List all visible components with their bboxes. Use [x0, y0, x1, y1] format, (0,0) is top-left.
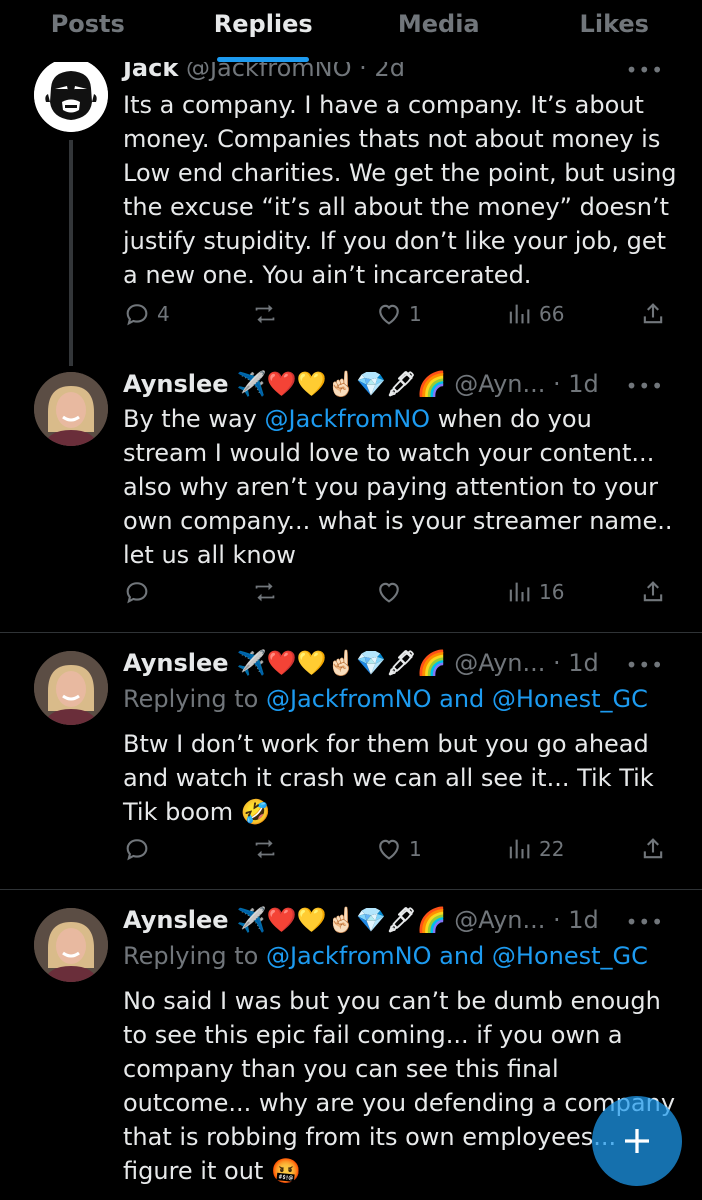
tweet-actions: 4 1 66	[123, 300, 673, 340]
share-icon	[643, 581, 663, 602]
user-handle[interactable]: @Ayn...	[454, 649, 545, 677]
gorilla-logo-icon	[34, 58, 108, 132]
views-count: 66	[539, 302, 565, 326]
plus-icon	[625, 1129, 649, 1153]
profile-photo-icon	[34, 908, 108, 982]
reply-icon	[126, 304, 148, 326]
tweet-text: Btw I don’t work for them but you go ahe…	[123, 730, 654, 826]
tab-replies-label: Replies	[213, 10, 313, 38]
heart-icon	[379, 839, 399, 860]
views-count: 16	[539, 580, 565, 604]
like-count: 1	[409, 302, 422, 326]
views-count: 22	[539, 837, 565, 861]
profile-tabs: Posts Replies Media Likes	[0, 0, 702, 62]
more-icon[interactable]: •••	[626, 910, 664, 934]
tweet-text: By the way @JackfromNO when do you strea…	[123, 402, 683, 572]
display-name[interactable]: Aynslee ✈️❤️💛☝🏻💎🖋🌈	[123, 906, 447, 934]
avatar-jack[interactable]	[34, 58, 108, 132]
views-button[interactable]: 16	[505, 578, 564, 606]
tab-replies[interactable]: Replies	[176, 0, 352, 62]
reply-count: 4	[157, 302, 170, 326]
share-button[interactable]	[639, 835, 673, 863]
repost-button[interactable]	[251, 835, 285, 863]
display-name[interactable]: Aynslee ✈️❤️💛☝🏻💎🖋🌈	[123, 649, 447, 677]
tweet-time[interactable]: · 1d	[553, 370, 599, 398]
user-handle[interactable]: @Ayn...	[454, 906, 545, 934]
tweet-actions: 16	[123, 578, 673, 618]
tab-likes[interactable]: Likes	[527, 0, 702, 62]
replying-to: Replying to @JackfromNO and @Honest_GC	[123, 942, 648, 970]
views-icon	[509, 582, 530, 602]
profile-photo-icon	[34, 372, 108, 446]
tab-media[interactable]: Media	[351, 0, 527, 62]
replying-to-mentions[interactable]: @JackfromNO and @Honest_GC	[266, 685, 648, 713]
tab-media-label: Media	[397, 10, 480, 38]
mention-link[interactable]: @JackfromNO	[264, 405, 430, 433]
replying-to-prefix: Replying to	[123, 942, 266, 970]
tab-posts[interactable]: Posts	[0, 0, 176, 62]
like-button[interactable]: 1	[375, 835, 422, 863]
tweet-header: Aynslee ✈️❤️💛☝🏻💎🖋🌈 @Ayn... · 1d	[123, 649, 672, 677]
share-button[interactable]	[639, 300, 673, 328]
repost-button[interactable]	[251, 578, 285, 606]
share-icon	[643, 303, 663, 324]
tab-likes-label: Likes	[579, 10, 649, 38]
tweet-aynslee-2[interactable]: Aynslee ✈️❤️💛☝🏻💎🖋🌈 @Ayn... · 1d ••• Repl…	[0, 633, 702, 889]
tweet-header: Aynslee ✈️❤️💛☝🏻💎🖋🌈 @Ayn... · 1d	[123, 906, 672, 934]
display-name[interactable]: Aynslee ✈️❤️💛☝🏻💎🖋🌈	[123, 370, 447, 398]
like-count: 1	[409, 837, 422, 861]
views-icon	[509, 839, 530, 859]
replying-to-prefix: Replying to	[123, 685, 266, 713]
share-button[interactable]	[639, 578, 673, 606]
more-icon[interactable]: •••	[626, 653, 664, 677]
reply-button[interactable]: 4	[123, 300, 170, 328]
reply-button[interactable]	[123, 835, 157, 863]
avatar-aynslee[interactable]	[34, 372, 108, 446]
more-icon[interactable]: •••	[626, 374, 664, 398]
tweet-time[interactable]: · 1d	[553, 649, 599, 677]
reply-icon	[126, 582, 148, 604]
replying-to-mentions[interactable]: @JackfromNO and @Honest_GC	[266, 942, 648, 970]
views-icon	[509, 304, 530, 324]
share-icon	[643, 838, 663, 859]
views-button[interactable]: 66	[505, 300, 564, 328]
like-button[interactable]	[375, 578, 409, 606]
thread-line	[69, 140, 73, 366]
replying-to: Replying to @JackfromNO and @Honest_GC	[123, 685, 648, 713]
tweet-time[interactable]: · 1d	[553, 906, 599, 934]
tweet-actions: 1 22	[123, 835, 673, 875]
views-button[interactable]: 22	[505, 835, 564, 863]
repost-icon	[255, 839, 275, 859]
reply-button[interactable]	[123, 578, 157, 606]
repost-icon	[255, 582, 275, 602]
reply-icon	[126, 839, 148, 861]
tweet-text-start: By the way	[123, 405, 265, 433]
user-handle[interactable]: @Ayn...	[454, 370, 545, 398]
active-tab-indicator	[217, 57, 310, 62]
compose-button[interactable]	[592, 1096, 682, 1186]
tweet-text: Its a company. I have a company. It’s ab…	[123, 91, 677, 289]
avatar-aynslee[interactable]	[34, 908, 108, 982]
heart-icon	[379, 304, 399, 325]
avatar-aynslee[interactable]	[34, 651, 108, 725]
heart-icon	[379, 582, 399, 603]
profile-photo-icon	[34, 651, 108, 725]
tab-posts-label: Posts	[50, 10, 125, 38]
tweet-header: Aynslee ✈️❤️💛☝🏻💎🖋🌈 @Ayn... · 1d	[123, 370, 672, 398]
like-button[interactable]: 1	[375, 300, 422, 328]
tweet-aynslee-1[interactable]: Aynslee ✈️❤️💛☝🏻💎🖋🌈 @Ayn... · 1d ••• By t…	[0, 360, 702, 632]
repost-icon	[255, 304, 275, 324]
repost-button[interactable]	[251, 300, 285, 328]
